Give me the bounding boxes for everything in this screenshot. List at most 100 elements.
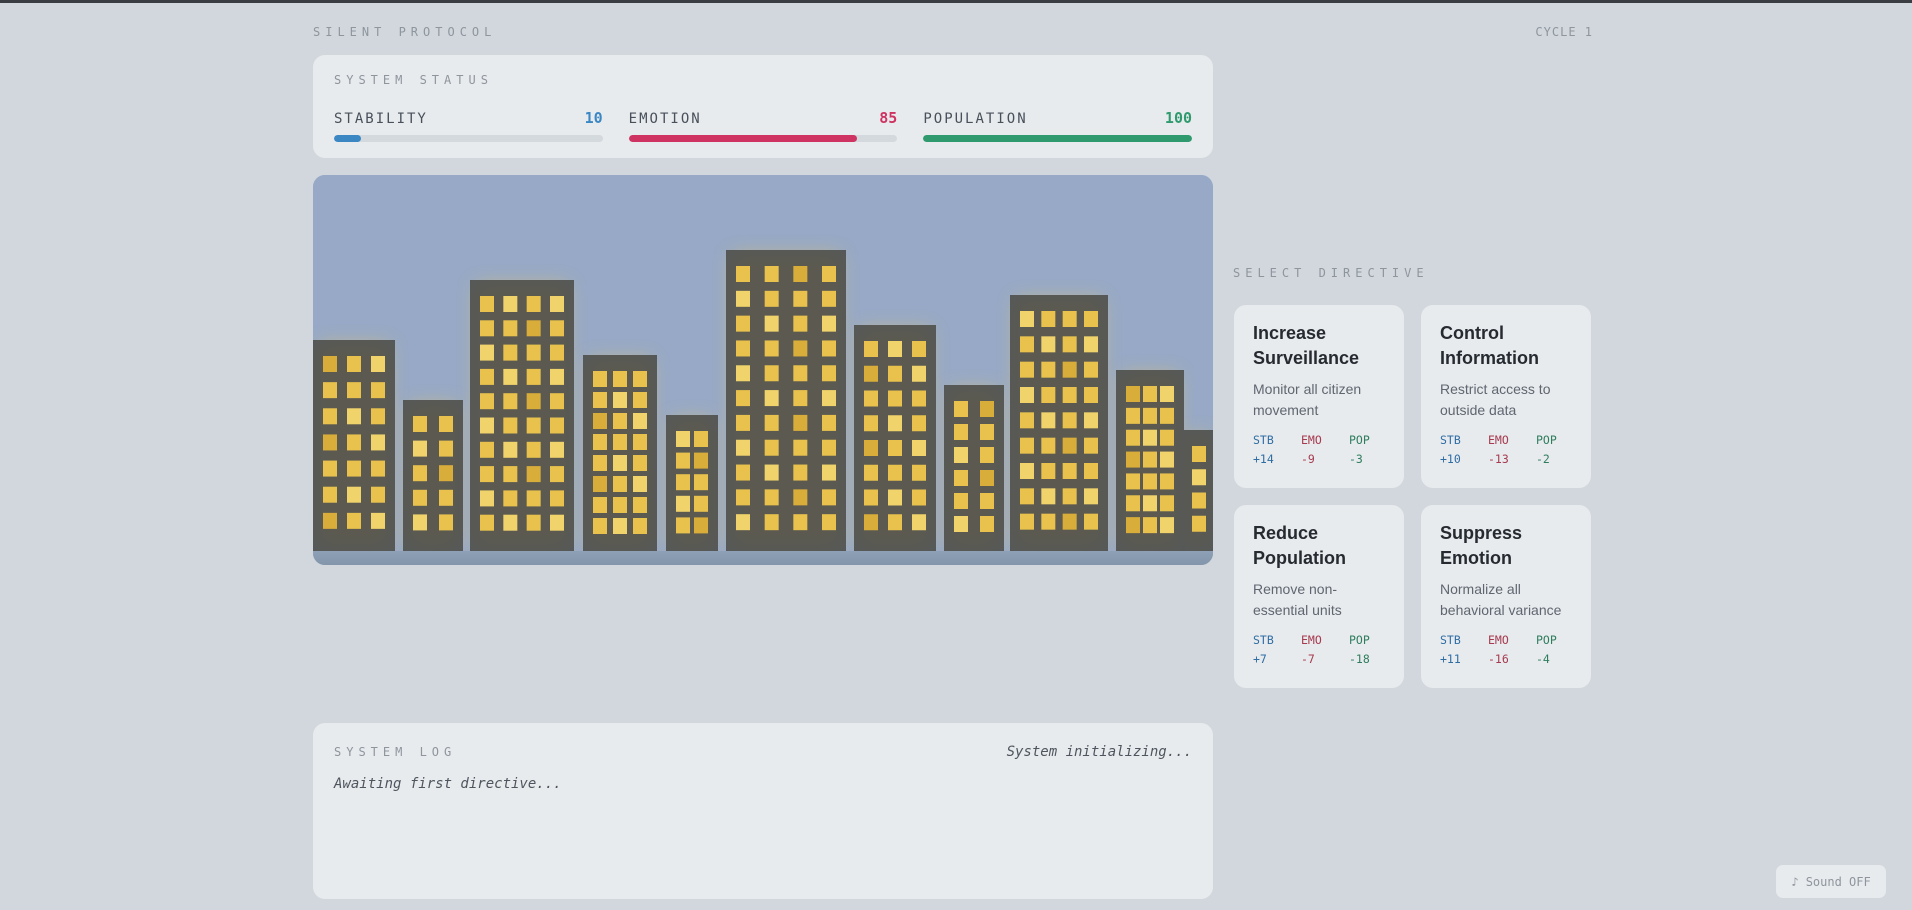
building-window <box>764 489 779 506</box>
system-log-status: System initializing... <box>1006 744 1192 760</box>
building-window <box>1020 311 1034 327</box>
building-window <box>764 514 779 531</box>
directive-card-increase-surveillance[interactable]: Increase Surveillance Monitor all citize… <box>1234 305 1404 488</box>
building-window <box>1041 387 1056 403</box>
building-window <box>954 470 968 486</box>
directive-cards: Increase Surveillance Monitor all citize… <box>1234 305 1592 688</box>
building-window <box>736 365 750 382</box>
building-window <box>864 341 878 357</box>
effect-pop-label: POP <box>1349 633 1370 647</box>
building-window <box>822 340 836 357</box>
building-window <box>371 382 385 399</box>
building-window <box>347 382 361 399</box>
building-window <box>550 441 564 458</box>
building-window <box>1062 311 1077 327</box>
building-window <box>912 415 926 432</box>
directive-card-reduce-population[interactable]: Reduce Population Remove non-essential u… <box>1234 505 1404 688</box>
building-window <box>613 476 627 492</box>
directive-description: Remove non-essential units <box>1253 581 1342 618</box>
building-window <box>793 414 808 431</box>
building-window <box>1160 517 1174 534</box>
building-window <box>1143 407 1157 424</box>
building-window <box>1020 463 1034 479</box>
building-window <box>526 344 541 361</box>
building-window <box>1084 488 1098 505</box>
building-window <box>1062 336 1077 353</box>
building-window <box>694 495 708 512</box>
building-window <box>822 414 836 431</box>
building-window <box>736 464 750 481</box>
building-window <box>1041 412 1056 429</box>
building-window <box>323 486 337 503</box>
building-window <box>736 489 750 506</box>
building-window <box>793 266 808 282</box>
building-window <box>736 414 750 431</box>
building-window <box>864 390 878 407</box>
effect-stb-value: +7 <box>1253 652 1267 666</box>
building-window <box>1041 336 1056 353</box>
building-window <box>1143 473 1157 490</box>
building-window <box>633 434 647 450</box>
system-status-label: SYSTEM STATUS <box>334 73 493 87</box>
building-window <box>888 390 902 407</box>
building-window <box>864 464 878 481</box>
building-window <box>980 424 994 440</box>
building-window <box>413 514 427 531</box>
building-window <box>1160 495 1174 512</box>
building-window <box>371 408 385 425</box>
building-window <box>736 390 750 407</box>
building-window <box>613 371 627 387</box>
directive-card-suppress-emotion[interactable]: Suppress Emotion Normalize all behaviora… <box>1421 505 1591 688</box>
effect-pop-value: -18 <box>1349 652 1370 666</box>
building-window <box>480 296 494 312</box>
building-window <box>764 464 779 481</box>
building-window <box>480 514 494 531</box>
directive-card-control-information[interactable]: Control Information Restrict access to o… <box>1421 305 1591 488</box>
effect-pop-value: -2 <box>1536 452 1550 466</box>
building-window <box>593 455 607 471</box>
meter-population-value: 100 <box>1164 109 1193 127</box>
building-window <box>613 455 627 471</box>
building-window <box>888 514 902 531</box>
building-window <box>550 320 564 337</box>
building-window <box>822 315 836 332</box>
building-window <box>888 440 902 456</box>
building-window <box>1041 437 1056 454</box>
effect-stb-label: STB <box>1253 633 1274 647</box>
log-entry: Awaiting first directive... <box>334 776 562 792</box>
building-window <box>347 356 361 372</box>
effect-stb-value: +14 <box>1253 452 1274 466</box>
directive-title: Reduce Population <box>1253 523 1346 568</box>
building-window <box>503 296 518 312</box>
building-window <box>593 497 607 513</box>
building-window <box>503 514 518 531</box>
building-window <box>822 439 836 456</box>
building-window <box>1192 446 1206 462</box>
system-log-label: SYSTEM LOG <box>334 745 457 759</box>
sound-toggle-button[interactable]: ♪ Sound OFF <box>1776 865 1886 898</box>
meter-stability-value: 10 <box>584 109 603 127</box>
building-window <box>633 392 647 408</box>
building-window <box>480 320 494 337</box>
meter-population-fill <box>923 135 1193 142</box>
effect-emo-label: EMO <box>1301 633 1322 647</box>
building-window <box>793 514 808 531</box>
effect-emo-value: -16 <box>1488 652 1509 666</box>
building-window <box>888 489 902 506</box>
building-window <box>1160 473 1174 490</box>
building-window <box>694 474 708 491</box>
effect-pop-label: POP <box>1536 633 1557 647</box>
building-window <box>676 452 690 469</box>
building-window <box>550 417 564 434</box>
building-window <box>526 320 541 337</box>
building-window <box>954 493 968 509</box>
building-window <box>371 460 385 477</box>
building-window <box>1062 361 1077 378</box>
effect-stb-label: STB <box>1253 433 1274 447</box>
building-window <box>593 476 607 492</box>
building-window <box>480 368 494 385</box>
building-window <box>736 266 750 282</box>
effect-emo-label: EMO <box>1488 433 1509 447</box>
building-window <box>793 464 808 481</box>
effect-emo-label: EMO <box>1488 633 1509 647</box>
